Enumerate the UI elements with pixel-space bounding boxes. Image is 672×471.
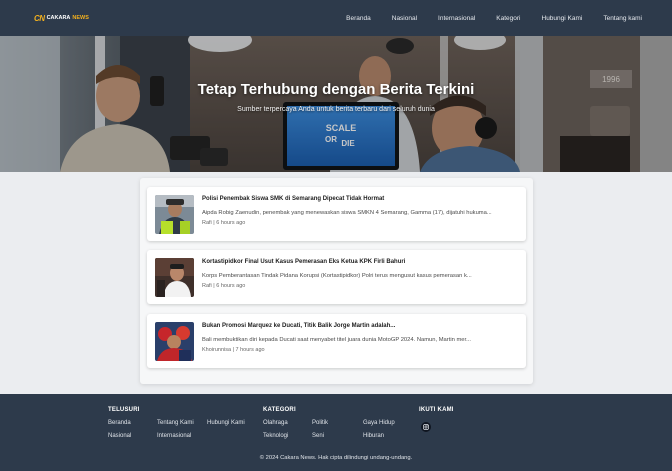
site-footer: TELUSURI Beranda Tentang Kami Hubungi Ka… bbox=[0, 394, 672, 471]
news-thumbnail-image bbox=[155, 195, 194, 234]
footer-link-hiburan[interactable]: Hiburan bbox=[363, 433, 384, 439]
footer-link-seni[interactable]: Seni bbox=[312, 433, 324, 439]
footer-link-teknologi[interactable]: Teknologi bbox=[263, 433, 288, 439]
news-thumbnail-image bbox=[155, 322, 194, 361]
news-meta: Rafi | 6 hours ago bbox=[202, 283, 246, 289]
nav-beranda[interactable]: Beranda bbox=[346, 15, 371, 22]
footer-heading-kategori: KATEGORI bbox=[263, 407, 296, 413]
footer-link-gaya-hidup[interactable]: Gaya Hidup bbox=[363, 420, 395, 426]
news-thumbnail-image bbox=[155, 258, 194, 297]
logo-word-news: NEWS bbox=[72, 15, 89, 21]
news-excerpt: Korps Pemberantasan Tindak Pidana Korups… bbox=[202, 273, 472, 279]
news-thumbnail[interactable] bbox=[155, 322, 194, 361]
nav-internasional[interactable]: Internasional bbox=[438, 15, 475, 22]
news-title[interactable]: Kortastipidkor Final Usut Kasus Pemerasa… bbox=[202, 259, 405, 265]
news-title[interactable]: Polisi Penembak Siswa SMK di Semarang Di… bbox=[202, 196, 384, 202]
instagram-icon[interactable] bbox=[421, 422, 431, 432]
news-meta: Khoirunnisa | 7 hours ago bbox=[202, 347, 265, 353]
nav-tentang-kami[interactable]: Tentang kami bbox=[603, 15, 642, 22]
nav-nasional[interactable]: Nasional bbox=[392, 15, 417, 22]
news-excerpt: Aipda Robig Zaenudin, penembak yang mene… bbox=[202, 210, 492, 216]
footer-heading-ikuti-kami: IKUTI KAMI bbox=[419, 407, 454, 413]
news-meta: Rafi | 6 hours ago bbox=[202, 220, 246, 226]
top-navbar: CN CAKARA NEWS Beranda Nasional Internas… bbox=[0, 0, 672, 36]
footer-link-olahraga[interactable]: Olahraga bbox=[263, 420, 288, 426]
news-thumbnail[interactable] bbox=[155, 195, 194, 234]
logo-word-cakara: CAKARA bbox=[46, 15, 71, 21]
nav-hubungi-kami[interactable]: Hubungi Kami bbox=[542, 15, 583, 22]
hero-background-image: SCALE OR DIE 1996 bbox=[0, 36, 672, 172]
instagram-glyph bbox=[423, 424, 429, 430]
footer-link-politik[interactable]: Politik bbox=[312, 420, 328, 426]
footer-link-tentang-kami[interactable]: Tentang Kami bbox=[157, 420, 194, 426]
news-card[interactable]: Kortastipidkor Final Usut Kasus Pemerasa… bbox=[147, 250, 526, 304]
news-excerpt: Bali membuktikan diri kepada Ducati saat… bbox=[202, 337, 471, 343]
site-logo[interactable]: CN CAKARA NEWS bbox=[34, 14, 89, 23]
hero-title: Tetap Terhubung dengan Berita Terkini bbox=[197, 81, 475, 98]
news-thumbnail[interactable] bbox=[155, 258, 194, 297]
footer-heading-telusuri: TELUSURI bbox=[108, 407, 140, 413]
logo-mark: CN bbox=[34, 13, 45, 23]
footer-link-beranda[interactable]: Beranda bbox=[108, 420, 131, 426]
main-nav: Beranda Nasional Internasional Kategori … bbox=[346, 15, 642, 22]
footer-link-nasional[interactable]: Nasional bbox=[108, 433, 131, 439]
news-card[interactable]: Polisi Penembak Siswa SMK di Semarang Di… bbox=[147, 187, 526, 241]
nav-kategori[interactable]: Kategori bbox=[496, 15, 520, 22]
hero-banner: SCALE OR DIE 1996 Tetap Terhubung dengan… bbox=[0, 36, 672, 172]
news-list-panel: Polisi Penembak Siswa SMK di Semarang Di… bbox=[140, 178, 533, 384]
copyright-text: © 2024 Cakara News. Hak cipta dilindungi… bbox=[259, 455, 413, 461]
footer-link-internasional[interactable]: Internasional bbox=[157, 433, 191, 439]
news-title[interactable]: Bukan Promosi Marquez ke Ducati, Titik B… bbox=[202, 323, 395, 329]
news-card[interactable]: Bukan Promosi Marquez ke Ducati, Titik B… bbox=[147, 314, 526, 368]
footer-link-hubungi-kami[interactable]: Hubungi Kami bbox=[207, 420, 245, 426]
hero-subtitle: Sumber terpercaya Anda untuk berita terb… bbox=[237, 106, 435, 113]
